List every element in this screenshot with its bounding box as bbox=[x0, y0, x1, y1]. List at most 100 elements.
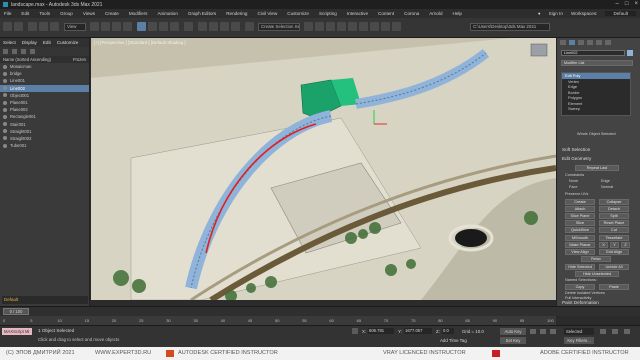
maximize-icon[interactable]: □ bbox=[625, 1, 629, 7]
tree-item[interactable]: Plane002 bbox=[0, 106, 89, 113]
lock-selection-icon[interactable] bbox=[352, 328, 358, 334]
visibility-icon[interactable] bbox=[3, 143, 7, 148]
tree-item[interactable]: Plane001 bbox=[0, 99, 89, 106]
add-time-tag[interactable]: Add Time Tag bbox=[440, 338, 467, 343]
visibility-icon[interactable] bbox=[3, 71, 7, 76]
delete-isolated-checkbox[interactable]: Delete Isolated Vertices bbox=[565, 291, 605, 295]
auto-key-button[interactable]: Auto Key bbox=[500, 328, 526, 335]
edit-geometry-rollout[interactable]: Edit Geometry bbox=[559, 155, 639, 163]
display-all-icon[interactable] bbox=[21, 49, 26, 54]
named-selection-set-field[interactable]: Create Selection Se bbox=[258, 23, 300, 31]
menu-modifiers[interactable]: Modifiers bbox=[129, 11, 148, 16]
go-to-start-icon[interactable] bbox=[530, 329, 536, 334]
reset-plane-button[interactable]: Reset Plane bbox=[599, 220, 629, 226]
cut-button[interactable]: Cut bbox=[599, 227, 629, 233]
attach-button[interactable]: Attach bbox=[565, 206, 595, 212]
copy-button[interactable]: Copy bbox=[565, 284, 595, 290]
select-by-name-icon[interactable] bbox=[101, 22, 110, 31]
tab-display[interactable]: Display bbox=[22, 40, 37, 45]
pan-icon[interactable] bbox=[624, 329, 630, 334]
minimize-icon[interactable]: – bbox=[616, 1, 619, 7]
layer-explorer-icon[interactable] bbox=[326, 22, 335, 31]
key-filters-button[interactable]: Key Filters... bbox=[564, 337, 594, 344]
schematic-view-icon[interactable] bbox=[348, 22, 357, 31]
menu-content[interactable]: Content bbox=[378, 11, 394, 16]
modifier-item[interactable]: Sweep bbox=[562, 106, 630, 112]
paste-button[interactable]: Paste bbox=[599, 284, 629, 290]
soft-selection-rollout[interactable]: Soft Selection bbox=[559, 146, 639, 154]
zoom-icon[interactable] bbox=[600, 329, 606, 334]
constraint-edge-radio[interactable]: Edge bbox=[601, 179, 610, 183]
menu-file[interactable]: File bbox=[4, 11, 11, 16]
y-coord-field[interactable]: 1677.057 bbox=[404, 328, 432, 334]
modify-tab-icon[interactable] bbox=[569, 40, 575, 45]
rectangular-selection-icon[interactable] bbox=[112, 22, 121, 31]
hide-unselected-button[interactable]: Hide Unselected bbox=[575, 271, 619, 277]
selection-filter-dropdown[interactable]: View bbox=[64, 23, 86, 31]
viewport-label[interactable]: [+] [Perspective ] [Standard ] [Default … bbox=[94, 40, 186, 45]
workspaces-dropdown[interactable]: Default bbox=[605, 11, 636, 16]
menu-arnold[interactable]: Arnold bbox=[429, 11, 442, 16]
sign-in-link[interactable]: Sign In bbox=[549, 11, 563, 16]
motion-tab-icon[interactable] bbox=[587, 40, 593, 45]
constraint-face-radio[interactable]: Face bbox=[569, 185, 577, 189]
z-coord-field[interactable]: 0.0 bbox=[442, 328, 454, 334]
menu-graph-editors[interactable]: Graph Editors bbox=[188, 11, 216, 16]
snaps-toggle-icon[interactable] bbox=[198, 22, 207, 31]
sort-column-header[interactable]: Name (Sorted Ascending) bbox=[3, 57, 51, 62]
create-button[interactable]: Create bbox=[565, 199, 595, 205]
tree-item[interactable]: Stair001 bbox=[0, 121, 89, 128]
menu-animation[interactable]: Animation bbox=[157, 11, 177, 16]
visibility-icon[interactable] bbox=[3, 114, 7, 119]
msmooth-button[interactable]: MSmooth bbox=[565, 235, 595, 241]
visibility-icon[interactable] bbox=[3, 107, 7, 112]
close-icon[interactable]: × bbox=[634, 1, 638, 7]
render-production-icon[interactable] bbox=[392, 22, 401, 31]
tree-item-selected[interactable]: Line002 bbox=[0, 84, 89, 92]
visibility-icon[interactable] bbox=[3, 129, 7, 134]
modifier-list-dropdown[interactable]: Modifier List bbox=[561, 60, 633, 66]
collapse-button[interactable]: Collapse bbox=[599, 199, 629, 205]
maxscript-listener[interactable]: MAXScript Mi bbox=[2, 328, 32, 335]
track-bar[interactable]: 0 5 10 15 20 25 30 35 40 45 50 55 60 65 70 75 80 85 90 95 10… bbox=[0, 316, 556, 325]
menu-create[interactable]: Create bbox=[105, 11, 119, 16]
tree-item[interactable]: Straight002 bbox=[0, 135, 89, 142]
constraint-none-radio[interactable]: None bbox=[569, 179, 578, 183]
visibility-icon[interactable] bbox=[3, 78, 7, 83]
slice-plane-button[interactable]: Slice Plane bbox=[565, 213, 595, 219]
hide-selected-button[interactable]: Hide Selected bbox=[565, 264, 595, 270]
edit-named-selection-icon[interactable] bbox=[245, 22, 254, 31]
object-name-field[interactable]: Line002 bbox=[561, 50, 625, 56]
menu-scripting[interactable]: Scripting bbox=[319, 11, 337, 16]
orbit-icon[interactable] bbox=[612, 329, 618, 334]
time-slider-thumb[interactable]: 0 / 100 bbox=[3, 308, 29, 315]
menu-tools[interactable]: Tools bbox=[39, 11, 50, 16]
invert-display-icon[interactable] bbox=[30, 49, 35, 54]
grid-align-button[interactable]: Grid Align bbox=[599, 249, 629, 255]
tree-item[interactable]: Object001 bbox=[0, 92, 89, 99]
slice-button[interactable]: Slice bbox=[565, 220, 595, 226]
utilities-tab-icon[interactable] bbox=[605, 40, 611, 45]
select-and-place-icon[interactable] bbox=[170, 22, 179, 31]
selected-dropdown[interactable]: Selected bbox=[564, 328, 594, 335]
planar-x-button[interactable]: X bbox=[599, 242, 608, 248]
filter-icon[interactable] bbox=[3, 49, 8, 54]
tree-item[interactable]: Tube001 bbox=[0, 142, 89, 149]
tree-item[interactable]: Straight001 bbox=[0, 128, 89, 135]
menu-corona[interactable]: Corona bbox=[404, 11, 419, 16]
visibility-icon[interactable] bbox=[3, 93, 7, 98]
visibility-icon[interactable] bbox=[3, 86, 7, 91]
play-icon[interactable] bbox=[540, 329, 546, 334]
select-and-scale-icon[interactable] bbox=[159, 22, 168, 31]
repeat-last-button[interactable]: Repeat Last bbox=[575, 165, 619, 171]
constraint-normal-radio[interactable]: Normal bbox=[601, 185, 613, 189]
detach-button[interactable]: Detach bbox=[599, 206, 629, 212]
tree-item[interactable]: Rectangle001 bbox=[0, 113, 89, 120]
display-tab-icon[interactable] bbox=[596, 40, 602, 45]
visibility-icon[interactable] bbox=[3, 64, 7, 69]
angle-snap-icon[interactable] bbox=[209, 22, 218, 31]
select-and-move-icon[interactable] bbox=[137, 22, 146, 31]
select-and-rotate-icon[interactable] bbox=[148, 22, 157, 31]
object-color-swatch[interactable] bbox=[627, 50, 633, 56]
tessellate-button[interactable]: Tessellate bbox=[599, 235, 629, 241]
